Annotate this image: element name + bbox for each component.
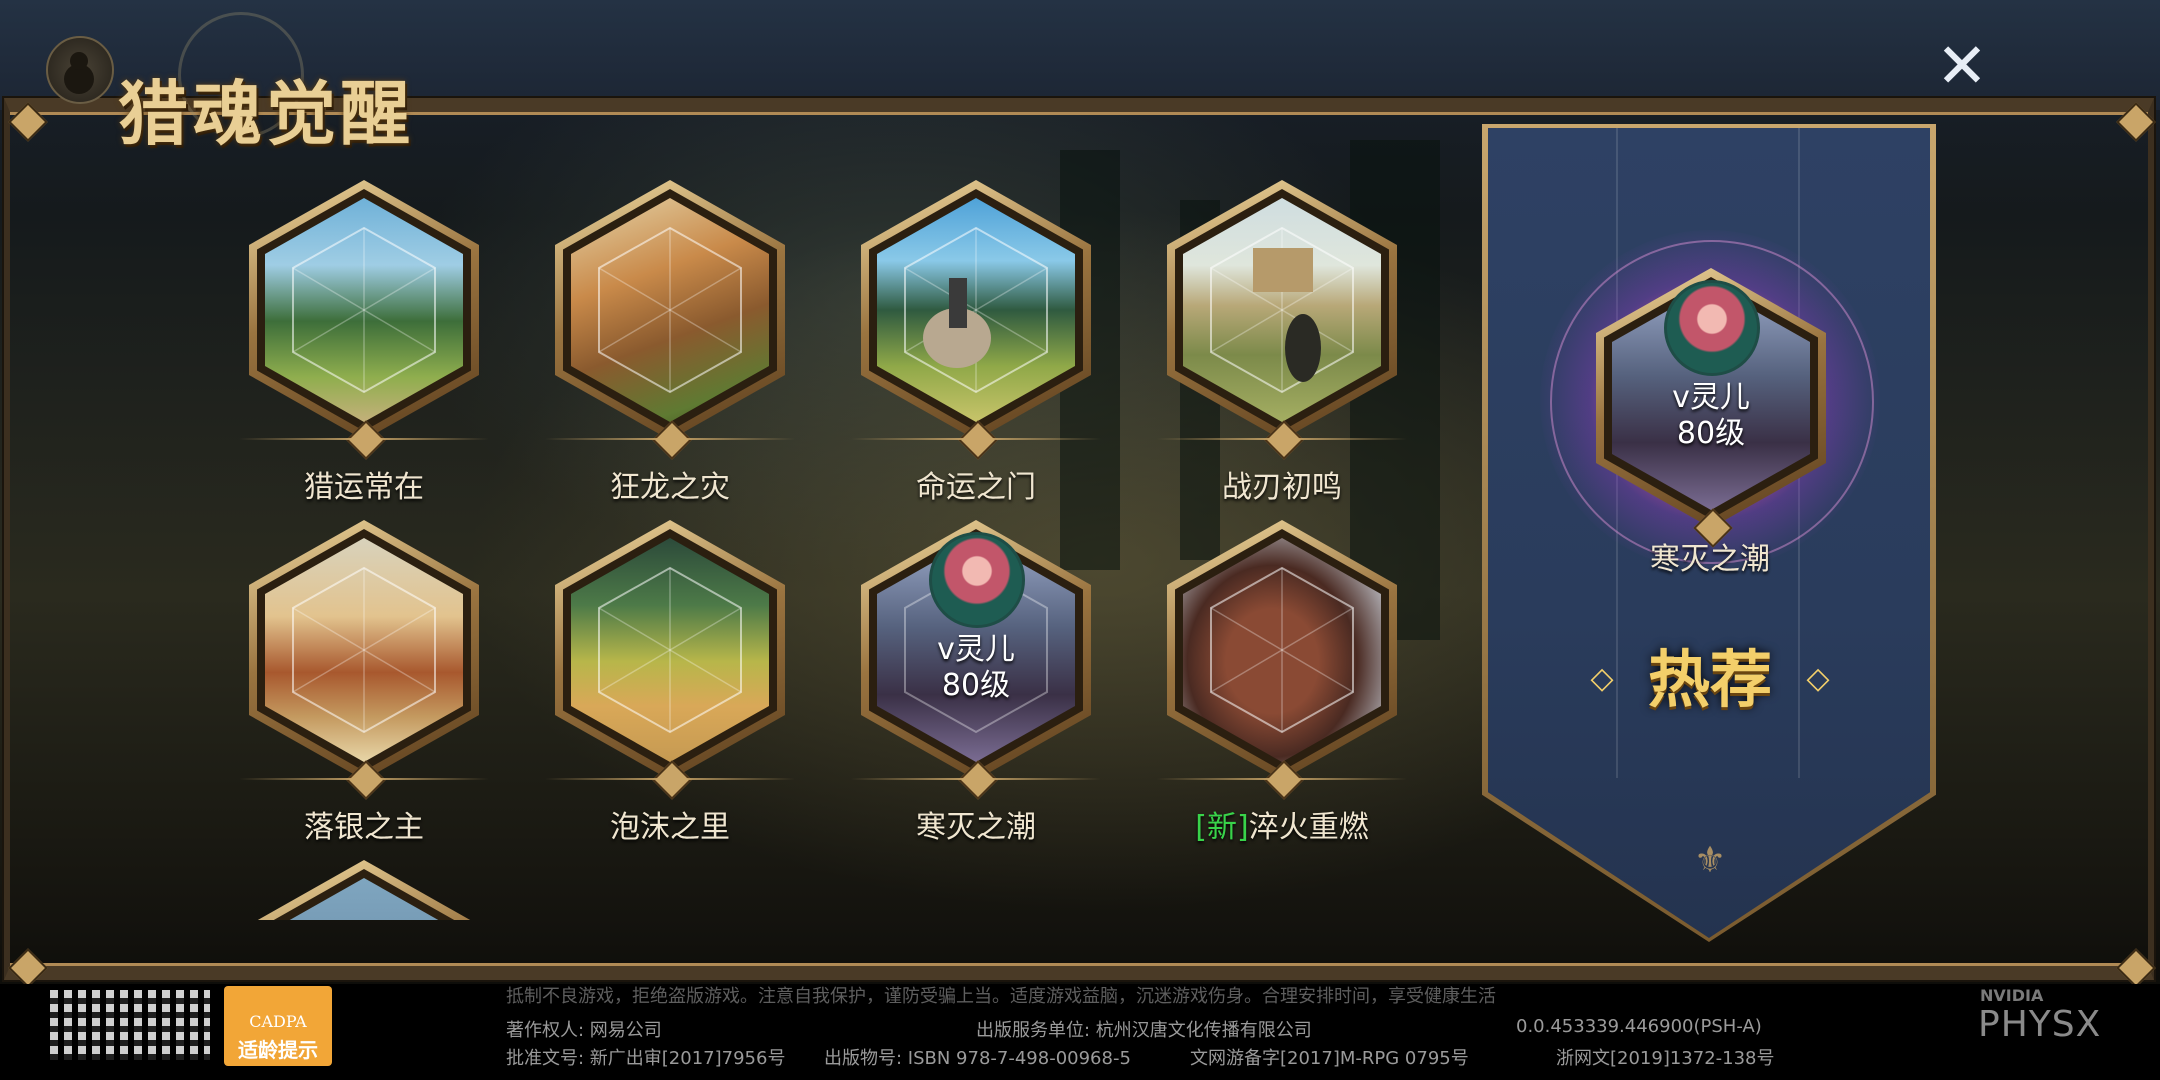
mode-tile-partial[interactable] (249, 860, 479, 920)
isbn-text: 出版物号: ISBN 978-7-498-00968-5 (824, 1048, 1131, 1069)
mode-thumbnail (545, 180, 795, 460)
mode-thumbnail (239, 180, 489, 460)
mode-thumbnail (1157, 520, 1407, 800)
mode-tile[interactable]: v灵儿 80级 寒灭之潮 (846, 520, 1106, 845)
mode-label: [新]淬火重燃 (1195, 810, 1369, 845)
mode-label: 狂龙之灾 (610, 470, 730, 505)
hot-recommend-text: 热荐 (1647, 643, 1772, 716)
version-text: 0.0.453339.446900(PSH-A) (1516, 1016, 1762, 1037)
fleur-ornament-icon: ⚜ (1693, 840, 1727, 881)
mode-thumbnail (545, 520, 795, 800)
mode-label: 命运之门 (916, 470, 1036, 505)
cadpa-logo-text: CADPA (249, 1012, 307, 1031)
character-level: 80级 (941, 668, 1011, 703)
page-title: 猎魂觉醒 (118, 72, 414, 155)
recommend-label: 寒灭之潮 (1650, 542, 1770, 577)
physx-logo: PHYSX (1978, 1004, 2102, 1045)
approval-text: 批准文号: 新广出审[2017]7956号 (506, 1048, 786, 1069)
mode-label: 战刃初鸣 (1222, 470, 1342, 505)
mode-tile[interactable]: 泡沫之里 (540, 520, 800, 845)
character-portrait-icon (929, 532, 1025, 628)
cadpa-label: 适龄提示 (238, 1038, 318, 1062)
copyright-text: 著作权人: 网易公司 (506, 1020, 662, 1041)
mode-label: 泡沫之里 (610, 810, 730, 845)
mode-label: 猎运常在 (304, 470, 424, 505)
mode-label: 落银之主 (304, 810, 424, 845)
mode-thumbnail: v灵儿 80级 (851, 520, 1101, 800)
mode-thumbnail (851, 180, 1101, 460)
nvidia-logo: NVIDIA (1980, 986, 2044, 1005)
mode-tile[interactable]: [新]淬火重燃 (1152, 520, 1412, 845)
character-portrait-icon (1664, 280, 1760, 376)
mode-tile[interactable]: 落银之主 (234, 520, 494, 845)
health-notice: 抵制不良游戏，拒绝盗版游戏。注意自我保护，谨防受骗上当。适度游戏益脑，沉迷游戏伤… (506, 986, 1496, 1007)
mode-tile[interactable]: 战刃初鸣 (1152, 180, 1412, 505)
culture-record-text: 文网游备字[2017]M-RPG 0795号 (1190, 1048, 1469, 1069)
mode-tile[interactable]: 猎运常在 (234, 180, 494, 505)
recommend-thumbnail[interactable]: v灵儿 80级 (1596, 268, 1826, 548)
publisher-text: 出版服务单位: 杭州汉唐文化传播有限公司 (976, 1020, 1312, 1041)
mode-label: 寒灭之潮 (916, 810, 1036, 845)
character-level: 80级 (1676, 416, 1746, 451)
diamond-ornament-icon: ◇ (1806, 661, 1830, 696)
new-tag: [新] (1195, 810, 1249, 845)
mode-tile[interactable]: 狂龙之灾 (540, 180, 800, 505)
mode-thumbnail (239, 520, 489, 800)
mode-thumbnail (1157, 180, 1407, 460)
zhejiang-record-text: 浙网文[2019]1372-138号 (1556, 1048, 1775, 1069)
mode-tile[interactable]: 命运之门 (846, 180, 1106, 505)
player-avatar-icon[interactable] (46, 36, 114, 104)
close-button[interactable]: ✕ (1930, 34, 1994, 98)
